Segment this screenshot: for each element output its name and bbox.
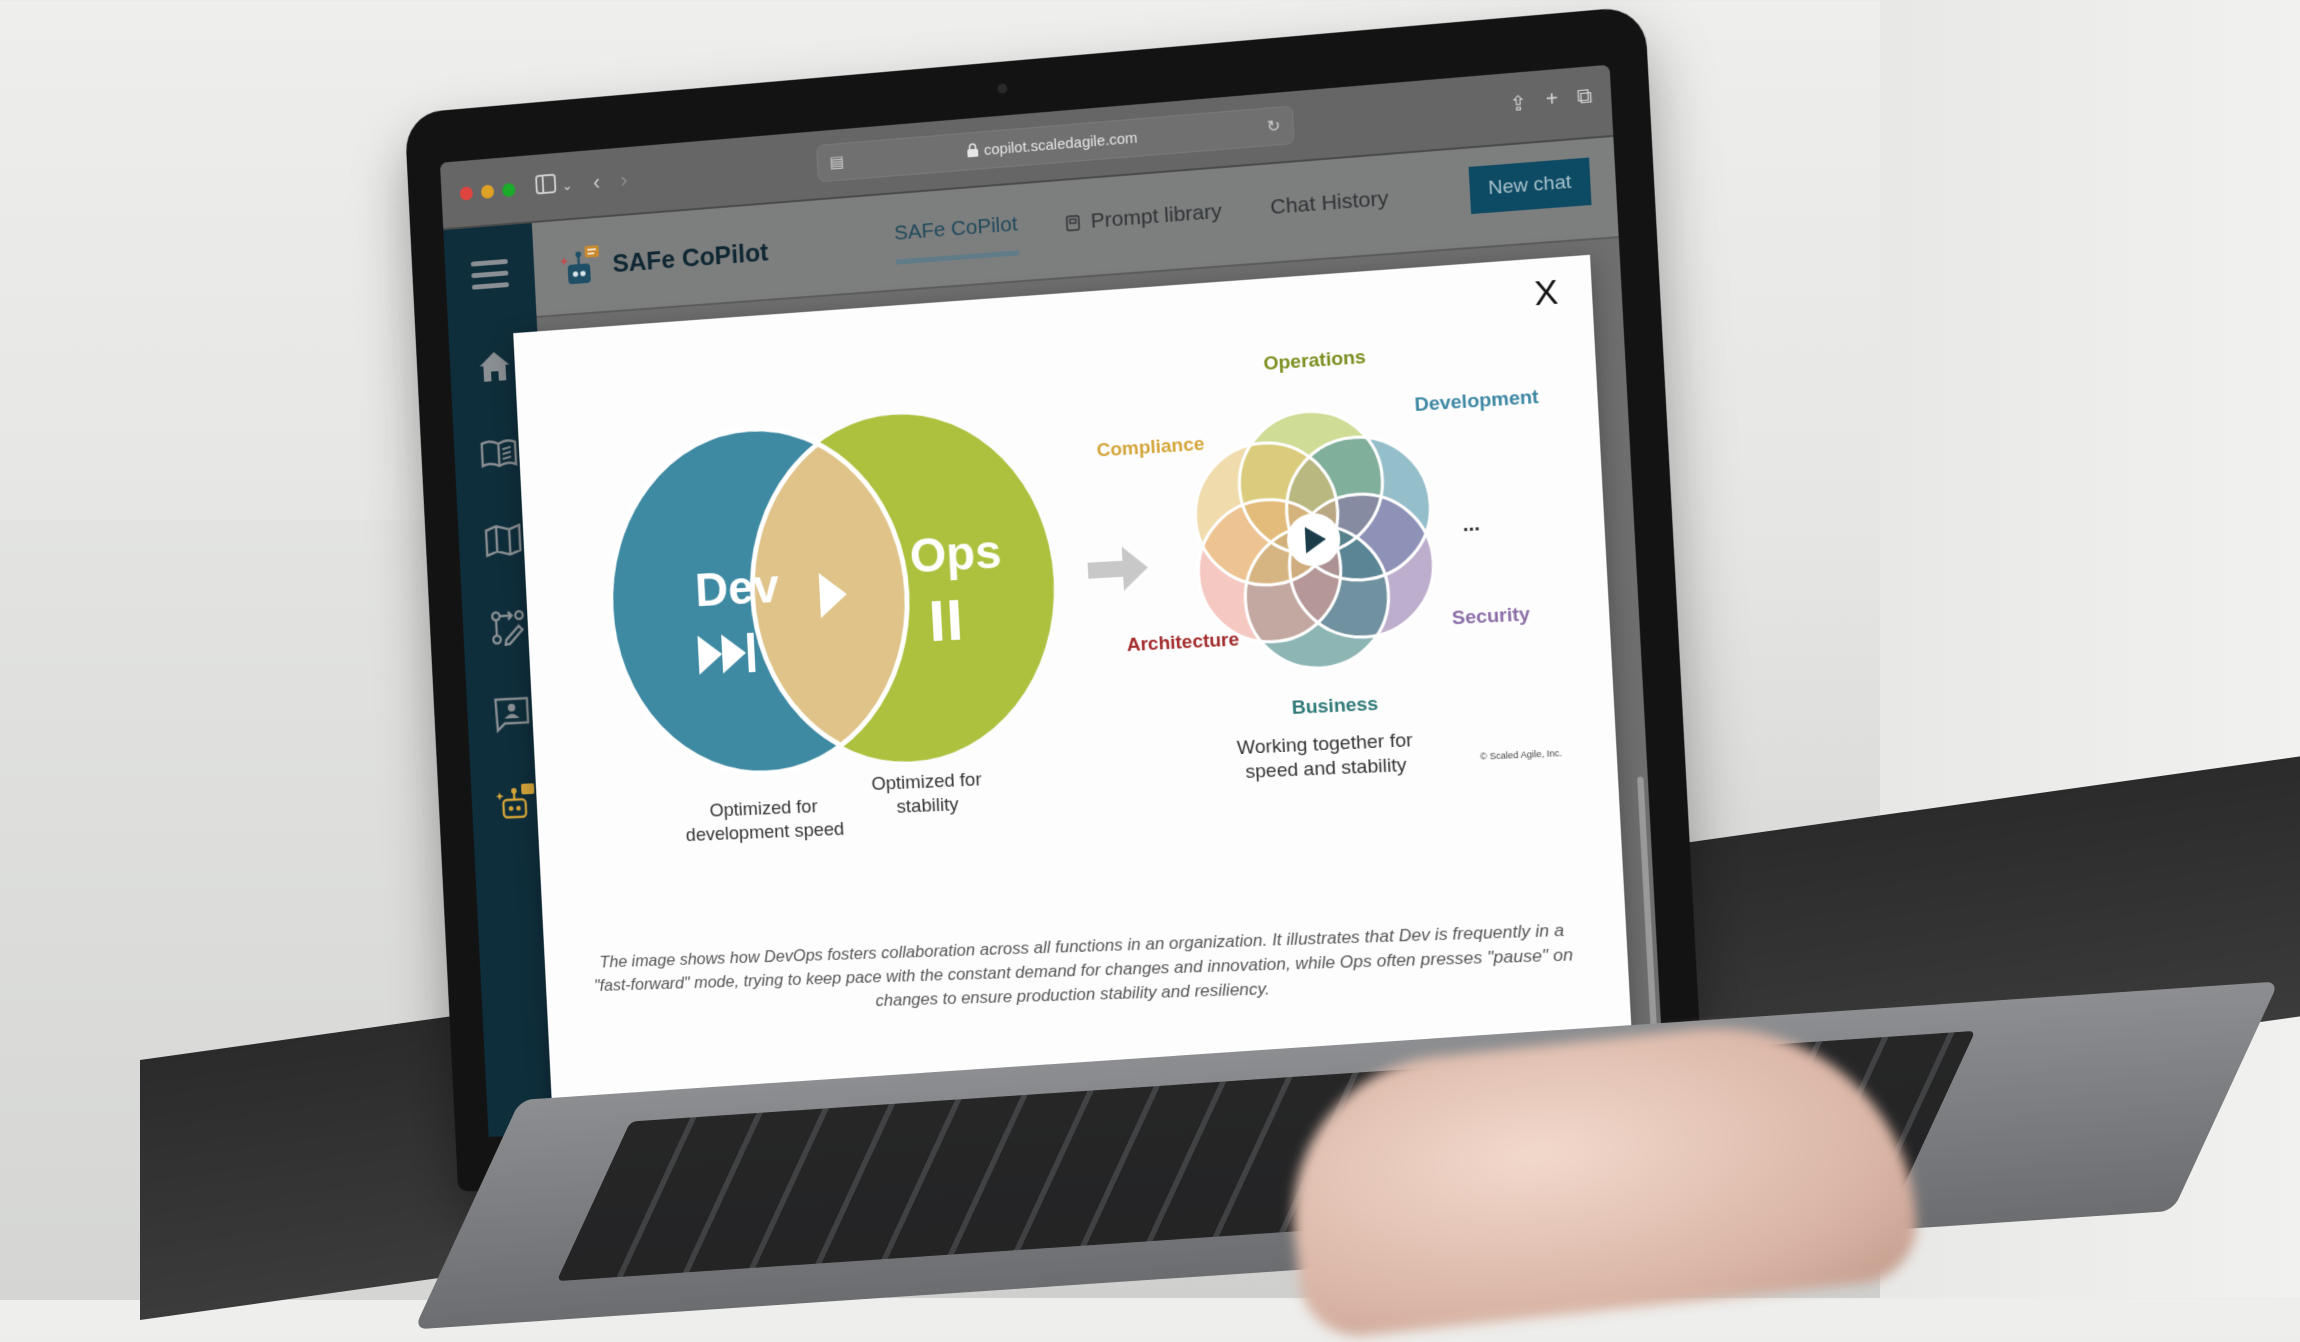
tab-overview-icon[interactable]: ⧉ — [1576, 85, 1592, 112]
zoom-window-button[interactable] — [502, 183, 516, 198]
label-business: Business — [1291, 692, 1379, 718]
reload-icon[interactable]: ↻ — [1266, 116, 1281, 137]
label-architecture: Architecture — [1126, 628, 1239, 655]
label-security: Security — [1451, 602, 1531, 628]
tab-chat-history[interactable]: Chat History — [1270, 184, 1390, 237]
window-controls — [460, 183, 516, 201]
laptop-screen: ⌄ ‹ › ▤ copilot.scaledagile.com ↻ ⇪ + ⧉ — [440, 65, 1666, 1137]
laptop-lid: ⌄ ‹ › ▤ copilot.scaledagile.com ↻ ⇪ + ⧉ — [404, 6, 1707, 1192]
devops-figure: Dev Ops — [516, 317, 1624, 934]
chat-person-icon — [493, 695, 532, 734]
brand[interactable]: SAFe CoPilot — [559, 230, 769, 289]
chevron-down-icon[interactable]: ⌄ — [561, 177, 573, 194]
arrow-icon — [1087, 545, 1149, 593]
menu-button[interactable] — [443, 223, 536, 326]
map-icon — [484, 523, 523, 558]
dev-ops-venn: Dev Ops — [602, 405, 1063, 780]
tab-safe-copilot[interactable]: SAFe CoPilot — [894, 212, 1019, 264]
workflow-edit-icon — [488, 608, 527, 647]
close-window-button[interactable] — [460, 186, 474, 201]
ops-label: Ops — [909, 525, 1003, 583]
brand-name: SAFe CoPilot — [612, 236, 769, 278]
tab-label: SAFe CoPilot — [894, 212, 1018, 245]
main-tabs: SAFe CoPilot Prompt library Chat History — [894, 184, 1390, 265]
close-modal-button[interactable]: X — [1527, 271, 1566, 316]
tab-label: Chat History — [1270, 186, 1389, 219]
sidebar-toggle-icon[interactable] — [535, 174, 557, 201]
label-compliance: Compliance — [1096, 432, 1205, 460]
new-tab-icon[interactable]: + — [1545, 88, 1559, 115]
forward-button[interactable]: › — [620, 168, 628, 194]
share-icon[interactable]: ⇪ — [1509, 90, 1528, 117]
app: SAFe CoPilot SAFe CoPilot Prompt library… — [443, 137, 1665, 1137]
label-development: Development — [1414, 385, 1539, 415]
home-icon — [477, 349, 512, 384]
back-button[interactable]: ‹ — [593, 170, 601, 196]
label-operations: Operations — [1263, 345, 1366, 374]
minimize-window-button[interactable] — [481, 184, 495, 199]
hamburger-icon — [469, 257, 511, 293]
new-chat-button[interactable]: New chat — [1468, 158, 1591, 215]
lock-icon — [967, 142, 979, 160]
tab-label: Prompt library — [1090, 199, 1222, 233]
tab-prompt-library[interactable]: Prompt library — [1064, 197, 1223, 252]
copilot-robot-icon — [495, 781, 538, 821]
book-icon — [480, 438, 518, 469]
dev-label: Dev — [694, 559, 780, 616]
prompt-library-icon — [1065, 214, 1082, 231]
flower-caption: Working together for speed and stability — [1212, 728, 1439, 787]
copilot-logo-icon — [559, 243, 602, 289]
reader-icon[interactable]: ▤ — [829, 152, 845, 173]
url-text: copilot.scaledagile.com — [983, 129, 1137, 159]
image-viewer-modal: X Dev — [513, 255, 1634, 1108]
ops-caption: Optimized for stability — [829, 766, 1026, 822]
image-description: The image shows how DevOps fosters colla… — [582, 918, 1588, 1022]
label-more: ... — [1462, 512, 1481, 536]
camera — [997, 83, 1007, 94]
